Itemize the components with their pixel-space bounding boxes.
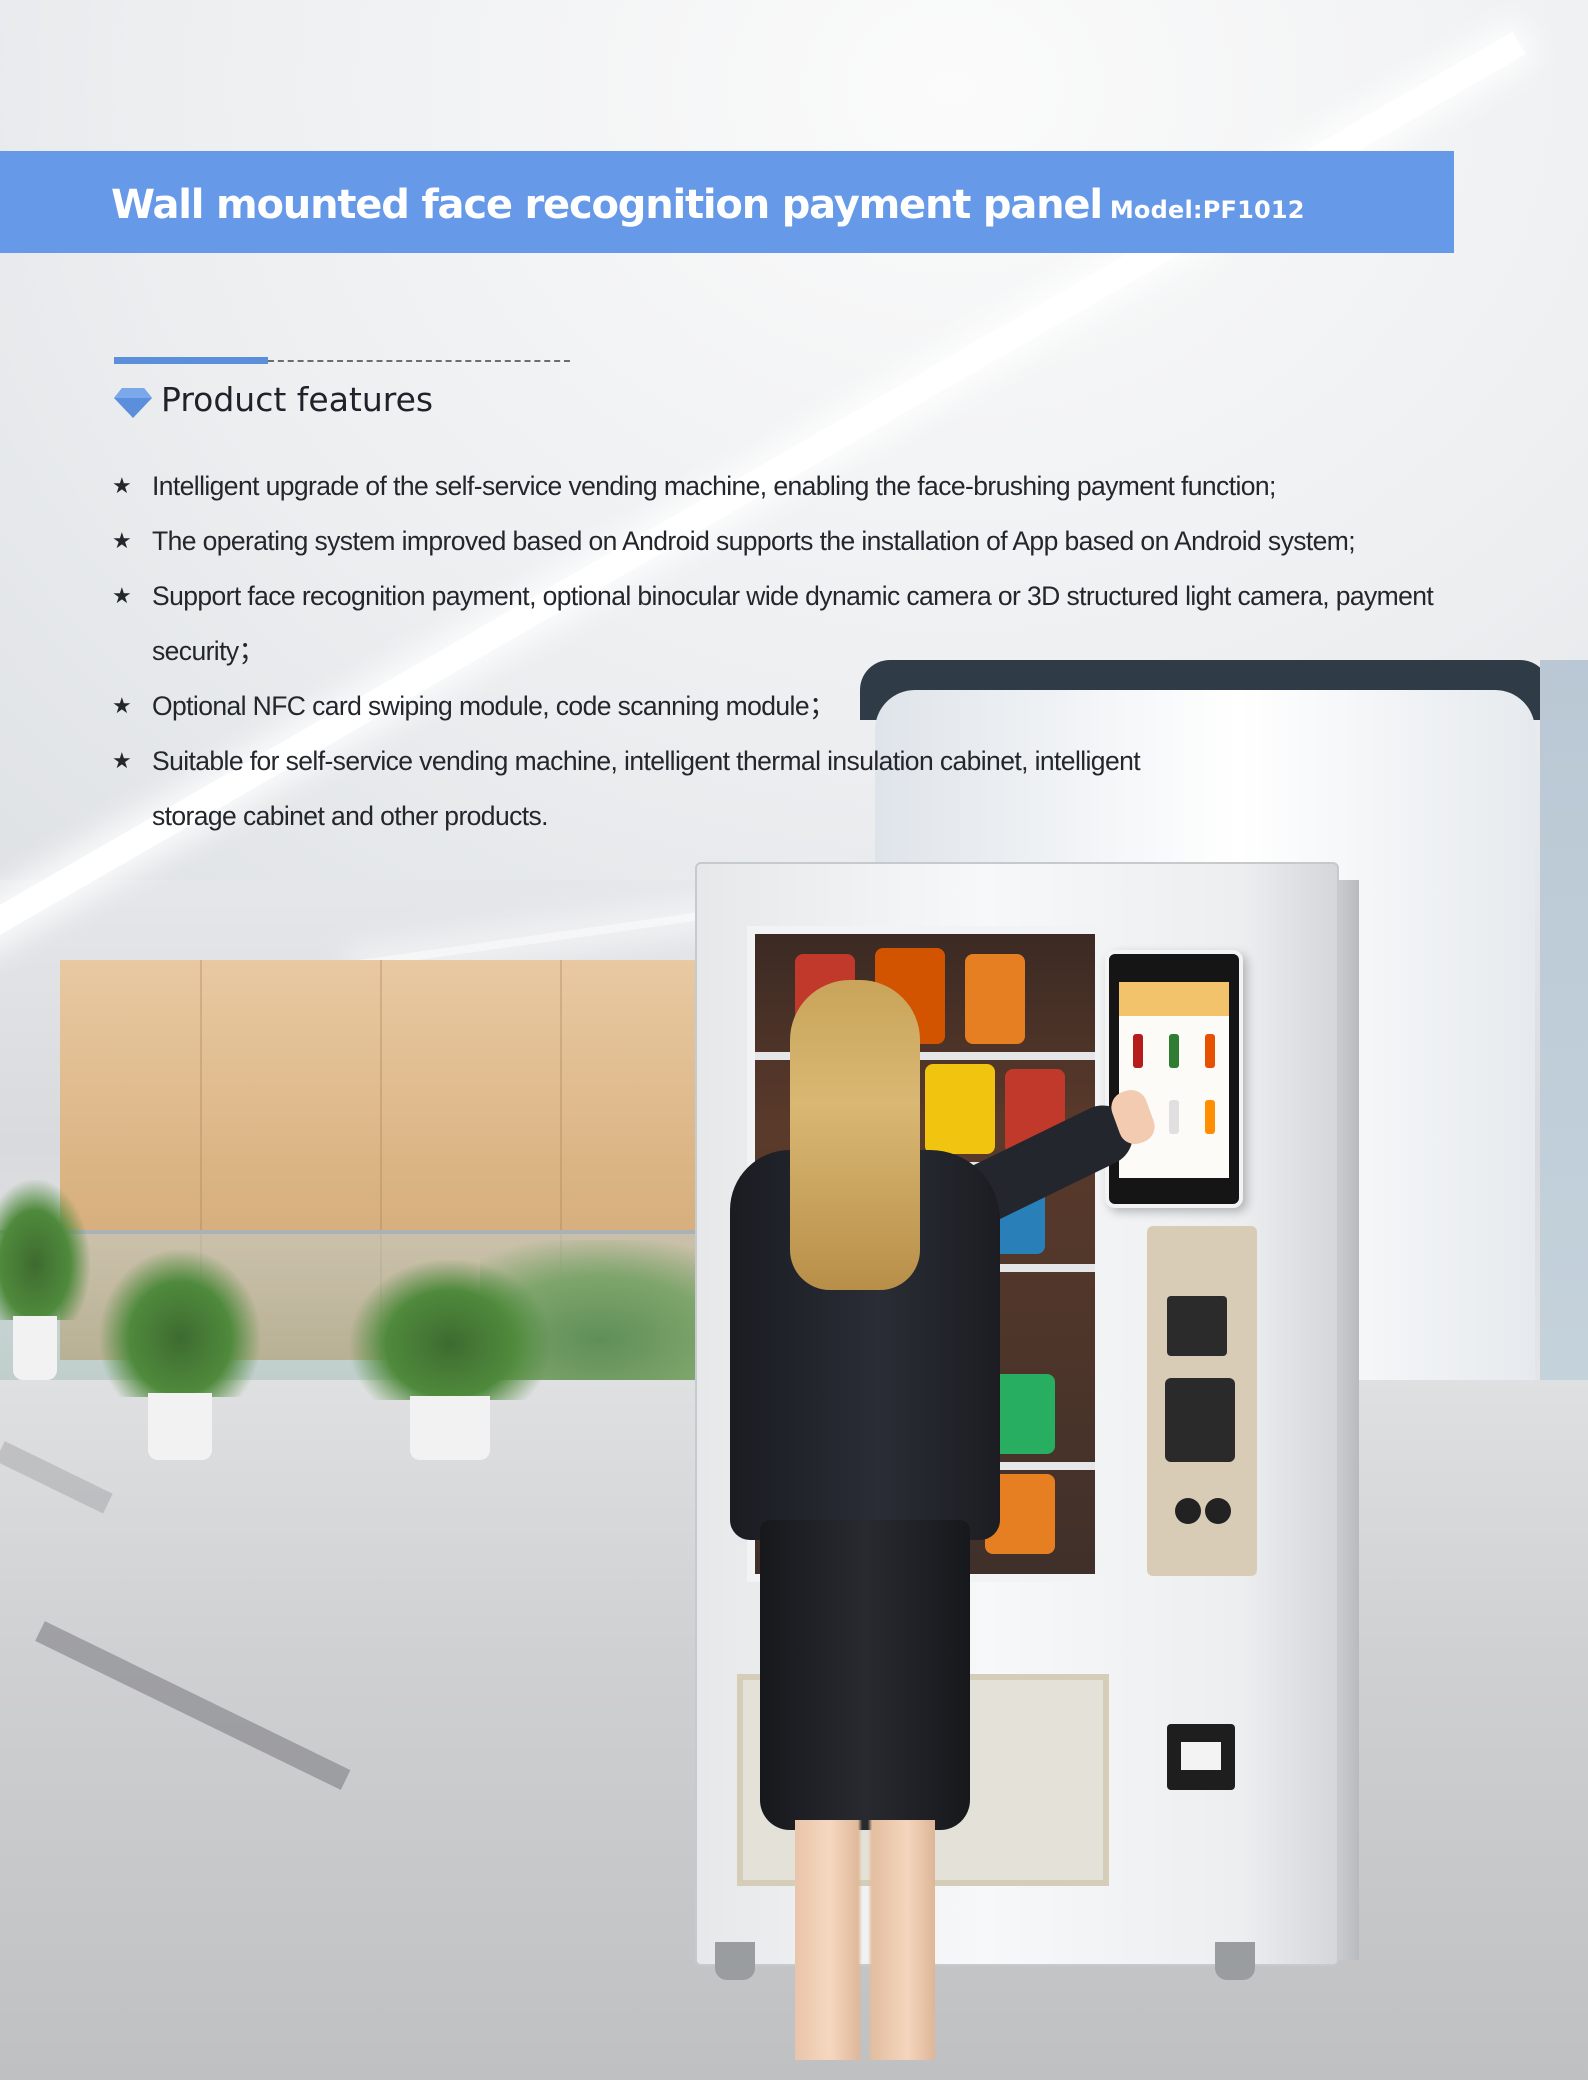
feature-text: Support face recognition payment, option… [152,581,1434,666]
feature-text: Suitable for self-service vending machin… [152,746,1141,831]
title-text: Wall mounted face recognition payment pa… [111,182,1103,228]
diamond-icon [114,388,152,418]
background-photo [0,0,1588,2080]
feature-text: Optional NFC card swiping module, code s… [152,691,835,721]
feature-list: ★ Intelligent upgrade of the self-service… [112,459,1532,844]
page-title: Wall mounted face recognition payment pa… [111,181,1305,229]
star-icon: ★ [112,584,132,609]
woman-touching-screen [720,980,1180,2080]
list-item: ★ Support face recognition payment, optio… [112,569,1532,679]
model-number: Model:PF1012 [1109,196,1305,224]
list-item: ★ Optional NFC card swiping module, code … [112,679,1532,734]
star-icon: ★ [112,694,132,719]
potted-plant [350,1260,550,1460]
list-item: ★ Intelligent upgrade of the self-service… [112,459,1532,514]
section-divider-dashed [268,360,570,362]
star-icon: ★ [112,474,132,499]
star-icon: ★ [112,529,132,554]
section-divider-accent [114,357,268,364]
list-item: ★ The operating system improved based on … [112,514,1532,569]
list-item: ★ Suitable for self-service vending machi… [112,734,1192,844]
potted-plant [100,1250,260,1460]
header-banner: Wall mounted face recognition payment pa… [0,151,1454,253]
potted-plant [0,1180,90,1380]
feature-text: Intelligent upgrade of the self-service … [152,471,1276,501]
feature-text: The operating system improved based on A… [152,526,1356,556]
star-icon: ★ [112,749,132,774]
section-title: Product features [161,380,434,419]
